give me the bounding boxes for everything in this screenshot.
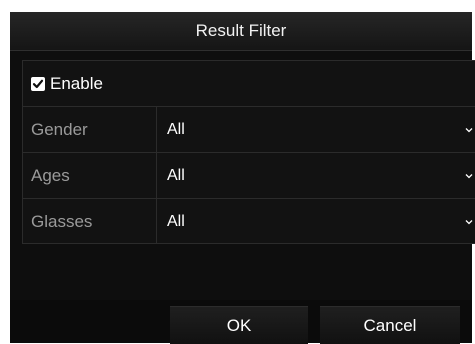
ages-value: All xyxy=(167,167,185,184)
filter-row-gender: Gender All xyxy=(23,107,475,153)
gender-value: All xyxy=(167,121,185,138)
filter-row-glasses: Glasses All xyxy=(23,199,475,244)
enable-row[interactable]: Enable xyxy=(23,61,475,107)
cancel-button[interactable]: Cancel xyxy=(320,306,460,344)
glasses-select[interactable]: All xyxy=(157,199,475,244)
result-filter-dialog: Result Filter Enable Gender All Ages All… xyxy=(10,12,475,344)
chevron-down-icon xyxy=(465,174,473,179)
gender-label: Gender xyxy=(31,120,88,139)
filter-row-ages: Ages All xyxy=(23,153,475,199)
enable-label: Enable xyxy=(50,74,103,93)
ok-button[interactable]: OK xyxy=(170,306,308,344)
checkmark-icon xyxy=(32,79,44,89)
ages-select[interactable]: All xyxy=(157,153,475,198)
gender-select[interactable]: All xyxy=(157,107,475,152)
glasses-value: All xyxy=(167,213,185,230)
ages-label: Ages xyxy=(31,166,70,185)
filter-panel: Enable Gender All Ages All Glasses All xyxy=(22,60,475,244)
chevron-down-icon xyxy=(465,128,473,133)
chevron-down-icon xyxy=(465,220,473,225)
glasses-label: Glasses xyxy=(31,212,93,231)
enable-checkbox[interactable] xyxy=(31,77,45,91)
dialog-title: Result Filter xyxy=(10,12,472,51)
